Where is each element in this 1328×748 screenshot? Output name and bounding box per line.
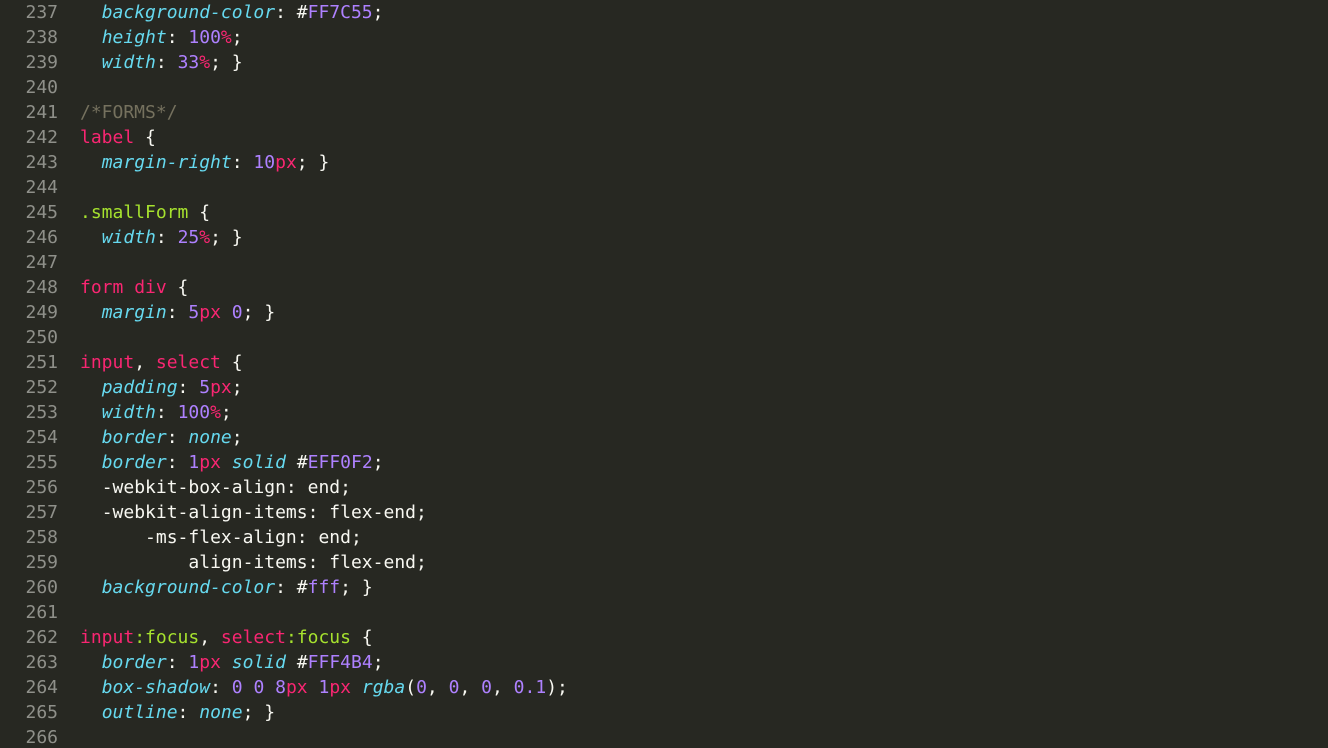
code-line[interactable]: 239 width: 33%; } [0,50,1328,75]
code-content: margin-right: 10px; } [80,150,329,175]
line-number: 249 [0,300,80,325]
code-line[interactable]: 261 [0,600,1328,625]
code-line[interactable]: 241 /*FORMS*/ [0,100,1328,125]
code-line[interactable]: 255 border: 1px solid #EFF0F2; [0,450,1328,475]
code-content: outline: none; } [80,700,275,725]
code-line[interactable]: 237 background-color: #FF7C55; [0,0,1328,25]
code-content: .smallForm { [80,200,210,225]
code-content: align-items: flex-end; [80,550,427,575]
code-line[interactable]: 257 -webkit-align-items: flex-end; [0,500,1328,525]
line-number: 248 [0,275,80,300]
line-number: 252 [0,375,80,400]
code-content: width: 33%; } [80,50,243,75]
code-content: padding: 5px; [80,375,243,400]
line-number: 244 [0,175,80,200]
code-content: background-color: #fff; } [80,575,373,600]
line-number: 259 [0,550,80,575]
line-number: 246 [0,225,80,250]
code-line[interactable]: 264 box-shadow: 0 0 8px 1px rgba(0, 0, 0… [0,675,1328,700]
code-content: width: 25%; } [80,225,243,250]
code-content: height: 100%; [80,25,243,50]
code-line[interactable]: 259 align-items: flex-end; [0,550,1328,575]
code-line[interactable]: 260 background-color: #fff; } [0,575,1328,600]
code-line[interactable]: 240 [0,75,1328,100]
line-number: 256 [0,475,80,500]
code-content: input, select { [80,350,243,375]
code-line[interactable]: 252 padding: 5px; [0,375,1328,400]
code-content: /*FORMS*/ [80,100,178,125]
code-content: border: 1px solid #FFF4B4; [80,650,384,675]
line-number: 257 [0,500,80,525]
line-number: 242 [0,125,80,150]
code-line[interactable]: 247 [0,250,1328,275]
line-number: 251 [0,350,80,375]
code-line[interactable]: 238 height: 100%; [0,25,1328,50]
line-number: 240 [0,75,80,100]
line-number: 243 [0,150,80,175]
line-number: 247 [0,250,80,275]
code-line[interactable]: 266 [0,725,1328,748]
code-content: input:focus, select:focus { [80,625,373,650]
line-number: 255 [0,450,80,475]
code-line[interactable]: 251 input, select { [0,350,1328,375]
code-content: border: 1px solid #EFF0F2; [80,450,384,475]
code-line[interactable]: 263 border: 1px solid #FFF4B4; [0,650,1328,675]
line-number: 266 [0,725,80,748]
line-number: 261 [0,600,80,625]
line-number: 263 [0,650,80,675]
code-line[interactable]: 258 -ms-flex-align: end; [0,525,1328,550]
line-number: 265 [0,700,80,725]
code-line[interactable]: 243 margin-right: 10px; } [0,150,1328,175]
code-content: margin: 5px 0; } [80,300,275,325]
line-number: 241 [0,100,80,125]
code-line[interactable]: 246 width: 25%; } [0,225,1328,250]
code-editor[interactable]: 237 background-color: #FF7C55; 238 heigh… [0,0,1328,748]
code-line[interactable]: 242 label { [0,125,1328,150]
line-number: 258 [0,525,80,550]
code-line[interactable]: 245 .smallForm { [0,200,1328,225]
code-line[interactable]: 249 margin: 5px 0; } [0,300,1328,325]
line-number: 260 [0,575,80,600]
code-line[interactable]: 262 input:focus, select:focus { [0,625,1328,650]
code-content: box-shadow: 0 0 8px 1px rgba(0, 0, 0, 0.… [80,675,568,700]
code-content: -webkit-align-items: flex-end; [80,500,427,525]
code-line[interactable]: 253 width: 100%; [0,400,1328,425]
code-content: border: none; [80,425,243,450]
code-content: width: 100%; [80,400,232,425]
code-content: -webkit-box-align: end; [80,475,351,500]
line-number: 237 [0,0,80,25]
code-line[interactable]: 244 [0,175,1328,200]
line-number: 254 [0,425,80,450]
line-number: 238 [0,25,80,50]
line-number: 253 [0,400,80,425]
code-line[interactable]: 256 -webkit-box-align: end; [0,475,1328,500]
line-number: 264 [0,675,80,700]
code-line[interactable]: 250 [0,325,1328,350]
code-line[interactable]: 254 border: none; [0,425,1328,450]
code-line[interactable]: 248 form div { [0,275,1328,300]
code-content: background-color: #FF7C55; [80,0,383,25]
line-number: 239 [0,50,80,75]
code-content: -ms-flex-align: end; [80,525,362,550]
line-number: 245 [0,200,80,225]
code-content: label { [80,125,156,150]
code-line[interactable]: 265 outline: none; } [0,700,1328,725]
line-number: 262 [0,625,80,650]
line-number: 250 [0,325,80,350]
code-content: form div { [80,275,188,300]
